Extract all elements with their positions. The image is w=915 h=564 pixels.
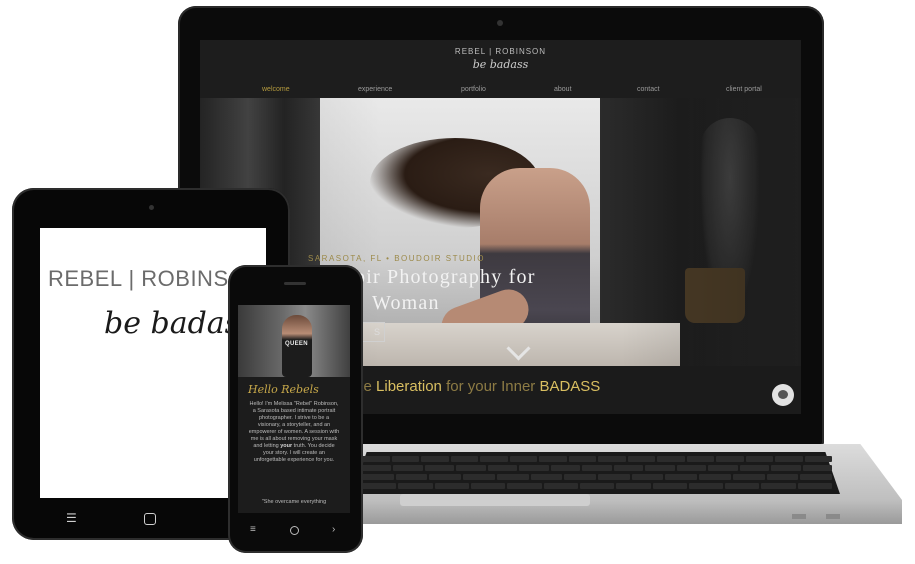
usb-port-icon (826, 514, 840, 519)
key-row (362, 474, 833, 480)
intro-text-start: Hello! I'm Melissa "Rebel" Robinson, a S… (248, 401, 340, 449)
home-square-icon[interactable] (144, 513, 156, 525)
tablet-camera-icon (149, 205, 154, 210)
brand-logo-text[interactable]: REBEL | ROBINSON (200, 47, 801, 56)
tagline-word-liberation: Liberation (376, 378, 442, 395)
home-circle-icon[interactable] (290, 526, 299, 535)
back-chevron-icon[interactable]: › (332, 524, 335, 535)
intro-text-emphasis: your (280, 443, 293, 449)
phone-quote-text: "She overcame everything (261, 499, 327, 505)
tagline: xe Liberation for your Inner BADASS (356, 378, 600, 395)
nav-item-welcome[interactable]: welcome (262, 86, 290, 93)
tagline-word-badass: BADASS (539, 378, 601, 395)
brand-script-logo: be badass (472, 58, 529, 71)
nav-item-about[interactable]: about (554, 86, 572, 93)
nav-item-portfolio[interactable]: portfolio (461, 86, 486, 93)
menu-icon[interactable]: ≡ (250, 524, 256, 535)
phone-greeting: Hello Rebels (248, 383, 319, 396)
shirt-text: QUEEN (285, 341, 308, 347)
nav-item-contact[interactable]: contact (637, 86, 660, 93)
key-row (362, 465, 833, 471)
chat-bubble-icon[interactable] (772, 384, 794, 406)
nav-item-client-portal[interactable]: client portal (726, 86, 762, 93)
phone-screen: QUEEN Hello Rebels Hello! I'm Melissa "R… (238, 305, 350, 513)
usb-port-icon (792, 514, 806, 519)
key-row (362, 456, 832, 462)
tablet-brand-text: REBEL | ROBINS (48, 266, 229, 291)
menu-icon[interactable]: ☰ (66, 511, 77, 525)
nav-item-experience[interactable]: experience (358, 86, 392, 93)
hero-title-line1: oir Photography for (355, 266, 536, 288)
site-header: REBEL | ROBINSON be badass welcome exper… (200, 40, 801, 98)
phone-intro-text: Hello! I'm Melissa "Rebel" Robinson, a S… (248, 401, 340, 464)
hero-eyebrow: SARASOTA, FL • BOUDOIR STUDIO (308, 254, 485, 263)
trackpad (400, 494, 590, 506)
key-row (362, 483, 833, 489)
webcam-icon (497, 20, 503, 26)
hero-title-line2: Woman (372, 292, 440, 314)
tagline-mid: for your Inner (441, 378, 540, 395)
phone-speaker-icon (284, 282, 306, 285)
